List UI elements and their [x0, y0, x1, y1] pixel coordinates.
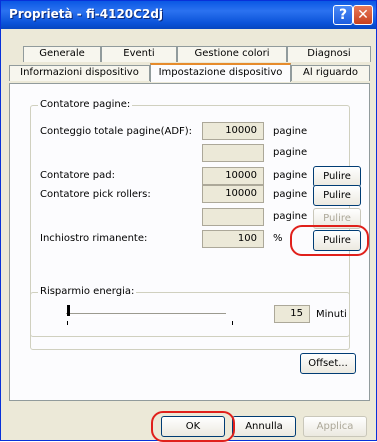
- slider-tick-max: [232, 321, 233, 325]
- energy-slider-thumb[interactable]: [67, 305, 70, 316]
- total-pages-field: 10000: [202, 122, 264, 140]
- properties-dialog: Proprietà - fi-4120C2dj ? ✕ Generale Eve…: [0, 0, 377, 442]
- total-pages-unit: pagine: [273, 126, 308, 137]
- pick-rollers-label: Contatore pick rollers:: [40, 189, 151, 200]
- tab-gestione-colori[interactable]: Gestione colori: [177, 46, 287, 62]
- blank-counter-field-2: [202, 208, 264, 226]
- pad-counter-unit: pagine: [273, 170, 308, 181]
- ink-remaining-label: Inchiostro rimanente:: [40, 233, 148, 244]
- pad-counter-label: Contatore pad:: [40, 170, 115, 181]
- tab-impostazione-dispositivo[interactable]: Impostazione dispositivo: [150, 63, 291, 82]
- close-icon[interactable]: ✕: [353, 5, 373, 25]
- pad-counter-field: 10000: [202, 167, 264, 185]
- tab-informazioni-dispositivo[interactable]: Informazioni dispositivo: [9, 65, 150, 81]
- clear-pad-button[interactable]: Pulire: [313, 166, 361, 187]
- highlight-ok: [151, 411, 235, 442]
- tab-al-riguardo[interactable]: Al riguardo: [291, 65, 370, 81]
- blank-counter-unit: pagine: [273, 147, 308, 158]
- title-bar[interactable]: Proprietà - fi-4120C2dj ? ✕: [1, 1, 376, 29]
- energy-minutes-unit: Minuti: [316, 309, 347, 320]
- energy-slider-track[interactable]: [66, 313, 226, 317]
- cancel-button[interactable]: Annulla: [232, 416, 296, 437]
- window-title: Proprietà - fi-4120C2dj: [9, 7, 164, 21]
- energy-saving-title: Risparmio energia:: [38, 286, 137, 297]
- offset-button[interactable]: Offset...: [300, 353, 356, 374]
- blank-counter-field: [202, 144, 264, 162]
- help-icon[interactable]: ?: [333, 5, 353, 25]
- apply-button: Applica: [303, 416, 367, 437]
- pick-rollers-unit: pagine: [273, 189, 308, 200]
- pick-rollers-field: 10000: [202, 185, 264, 203]
- tab-generale[interactable]: Generale: [23, 46, 101, 62]
- total-pages-label: Conteggio totale pagine(ADF):: [40, 126, 193, 137]
- ink-remaining-field: 100: [202, 230, 264, 248]
- clear-pick-rollers-button[interactable]: Pulire: [313, 185, 361, 206]
- blank-counter-unit-2: pagine: [273, 211, 308, 222]
- tab-diagnosi[interactable]: Diagnosi: [287, 46, 371, 62]
- ink-remaining-unit: %: [273, 233, 283, 244]
- energy-minutes-field[interactable]: 15: [274, 305, 310, 323]
- page-counter-title: Contatore pagine:: [38, 99, 133, 110]
- slider-tick-min: [67, 321, 68, 325]
- tab-eventi[interactable]: Eventi: [101, 46, 177, 62]
- highlight-clear-ink: [290, 225, 369, 256]
